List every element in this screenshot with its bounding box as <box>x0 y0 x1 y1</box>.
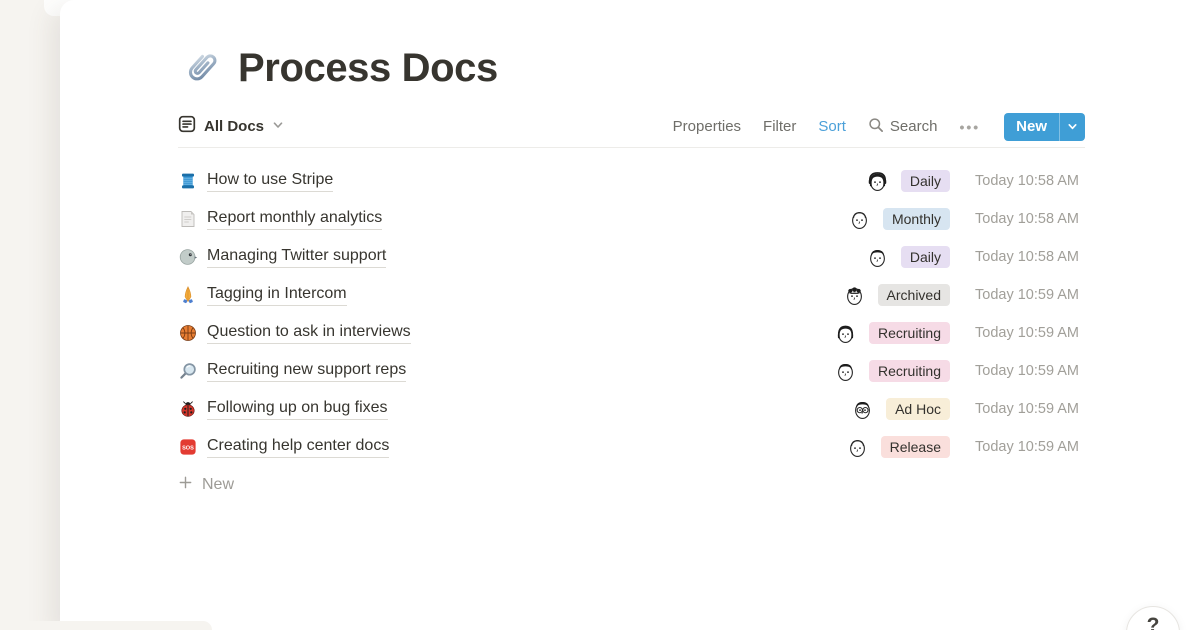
new-button[interactable]: New <box>1004 113 1085 141</box>
backdrop-corner <box>0 621 212 630</box>
doc-title-link[interactable]: Tagging in Intercom <box>207 285 347 306</box>
chevron-down-icon <box>272 118 284 136</box>
folded-hands-icon <box>178 285 198 305</box>
bird-icon <box>178 247 198 267</box>
doc-row[interactable]: Question to ask in interviews Recruiting… <box>178 314 1085 352</box>
add-new-row[interactable]: New <box>178 466 1085 504</box>
tag-badge[interactable]: Ad Hoc <box>886 398 950 420</box>
last-edited-time: Today 10:58 AM <box>975 249 1085 265</box>
view-name: All Docs <box>204 118 264 135</box>
last-edited-time: Today 10:59 AM <box>975 325 1085 341</box>
avatar-man-round <box>845 435 870 460</box>
doc-title-link[interactable]: Recruiting new support reps <box>207 361 406 382</box>
new-button-label: New <box>1004 113 1059 141</box>
doc-list: How to use Stripe Daily Today 10:58 AM R… <box>178 162 1085 466</box>
toolbar: Properties Filter Sort Search ••• New <box>673 113 1085 141</box>
page-curl-icon <box>178 209 198 229</box>
doc-row[interactable]: Managing Twitter support Daily Today 10:… <box>178 238 1085 276</box>
notion-page-card: Process Docs All Docs <box>60 0 1200 630</box>
tag-badge[interactable]: Archived <box>878 284 950 306</box>
doc-row[interactable]: Recruiting new support reps Recruiting T… <box>178 352 1085 390</box>
doc-title-link[interactable]: Following up on bug fixes <box>207 399 388 420</box>
doc-row[interactable]: Report monthly analytics Monthly Today 1… <box>178 200 1085 238</box>
tag-badge[interactable]: Recruiting <box>869 322 950 344</box>
list-view-icon <box>178 115 196 138</box>
page-title: Process Docs <box>238 46 498 91</box>
page-header: Process Docs <box>178 0 1085 91</box>
magnifier-icon <box>178 361 198 381</box>
filter-button[interactable]: Filter <box>763 118 796 135</box>
tag-badge[interactable]: Daily <box>901 170 950 192</box>
tag-badge[interactable]: Monthly <box>883 208 950 230</box>
avatar-man-dark-short <box>865 245 890 270</box>
doc-row[interactable]: How to use Stripe Daily Today 10:58 AM <box>178 162 1085 200</box>
search-button[interactable]: Search <box>868 117 938 137</box>
properties-button[interactable]: Properties <box>673 118 741 135</box>
tag-badge[interactable]: Recruiting <box>869 360 950 382</box>
last-edited-time: Today 10:59 AM <box>975 287 1085 303</box>
avatar-man-sketch <box>847 207 872 232</box>
thread-spool-icon <box>178 171 198 191</box>
tag-badge[interactable]: Daily <box>901 246 950 268</box>
doc-title-link[interactable]: Managing Twitter support <box>207 247 386 268</box>
doc-row[interactable]: SOS Creating help center docs Release To… <box>178 428 1085 466</box>
avatar-woman-headphones <box>865 169 890 194</box>
last-edited-time: Today 10:58 AM <box>975 211 1085 227</box>
sort-button[interactable]: Sort <box>818 118 846 135</box>
more-options-button[interactable]: ••• <box>959 119 980 135</box>
doc-row[interactable]: Following up on bug fixes Ad Hoc Today 1… <box>178 390 1085 428</box>
new-button-dropdown[interactable] <box>1059 113 1085 141</box>
doc-title-link[interactable]: Question to ask in interviews <box>207 323 411 344</box>
avatar-woman-bob <box>833 321 858 346</box>
view-bar: All Docs Properties Filter Sort <box>178 118 1085 148</box>
avatar-man-curly <box>842 283 867 308</box>
doc-title-link[interactable]: How to use Stripe <box>207 171 333 192</box>
add-new-label: New <box>202 476 234 494</box>
paperclip-icon <box>178 47 222 91</box>
doc-title-link[interactable]: Creating help center docs <box>207 437 389 458</box>
doc-row[interactable]: Tagging in Intercom Archived Today 10:59… <box>178 276 1085 314</box>
plus-icon <box>178 475 193 495</box>
last-edited-time: Today 10:59 AM <box>975 363 1085 379</box>
search-label: Search <box>890 118 938 135</box>
avatar-man-spiky <box>833 359 858 384</box>
last-edited-time: Today 10:59 AM <box>975 439 1085 455</box>
tag-badge[interactable]: Release <box>881 436 950 458</box>
doc-title-link[interactable]: Report monthly analytics <box>207 209 382 230</box>
last-edited-time: Today 10:59 AM <box>975 401 1085 417</box>
svg-text:SOS: SOS <box>182 445 194 451</box>
last-edited-time: Today 10:58 AM <box>975 173 1085 189</box>
basketball-icon <box>178 323 198 343</box>
lady-beetle-icon <box>178 399 198 419</box>
avatar-man-glasses <box>850 397 875 422</box>
search-icon <box>868 117 884 137</box>
view-switcher[interactable]: All Docs <box>178 115 284 138</box>
sos-icon: SOS <box>178 437 198 457</box>
